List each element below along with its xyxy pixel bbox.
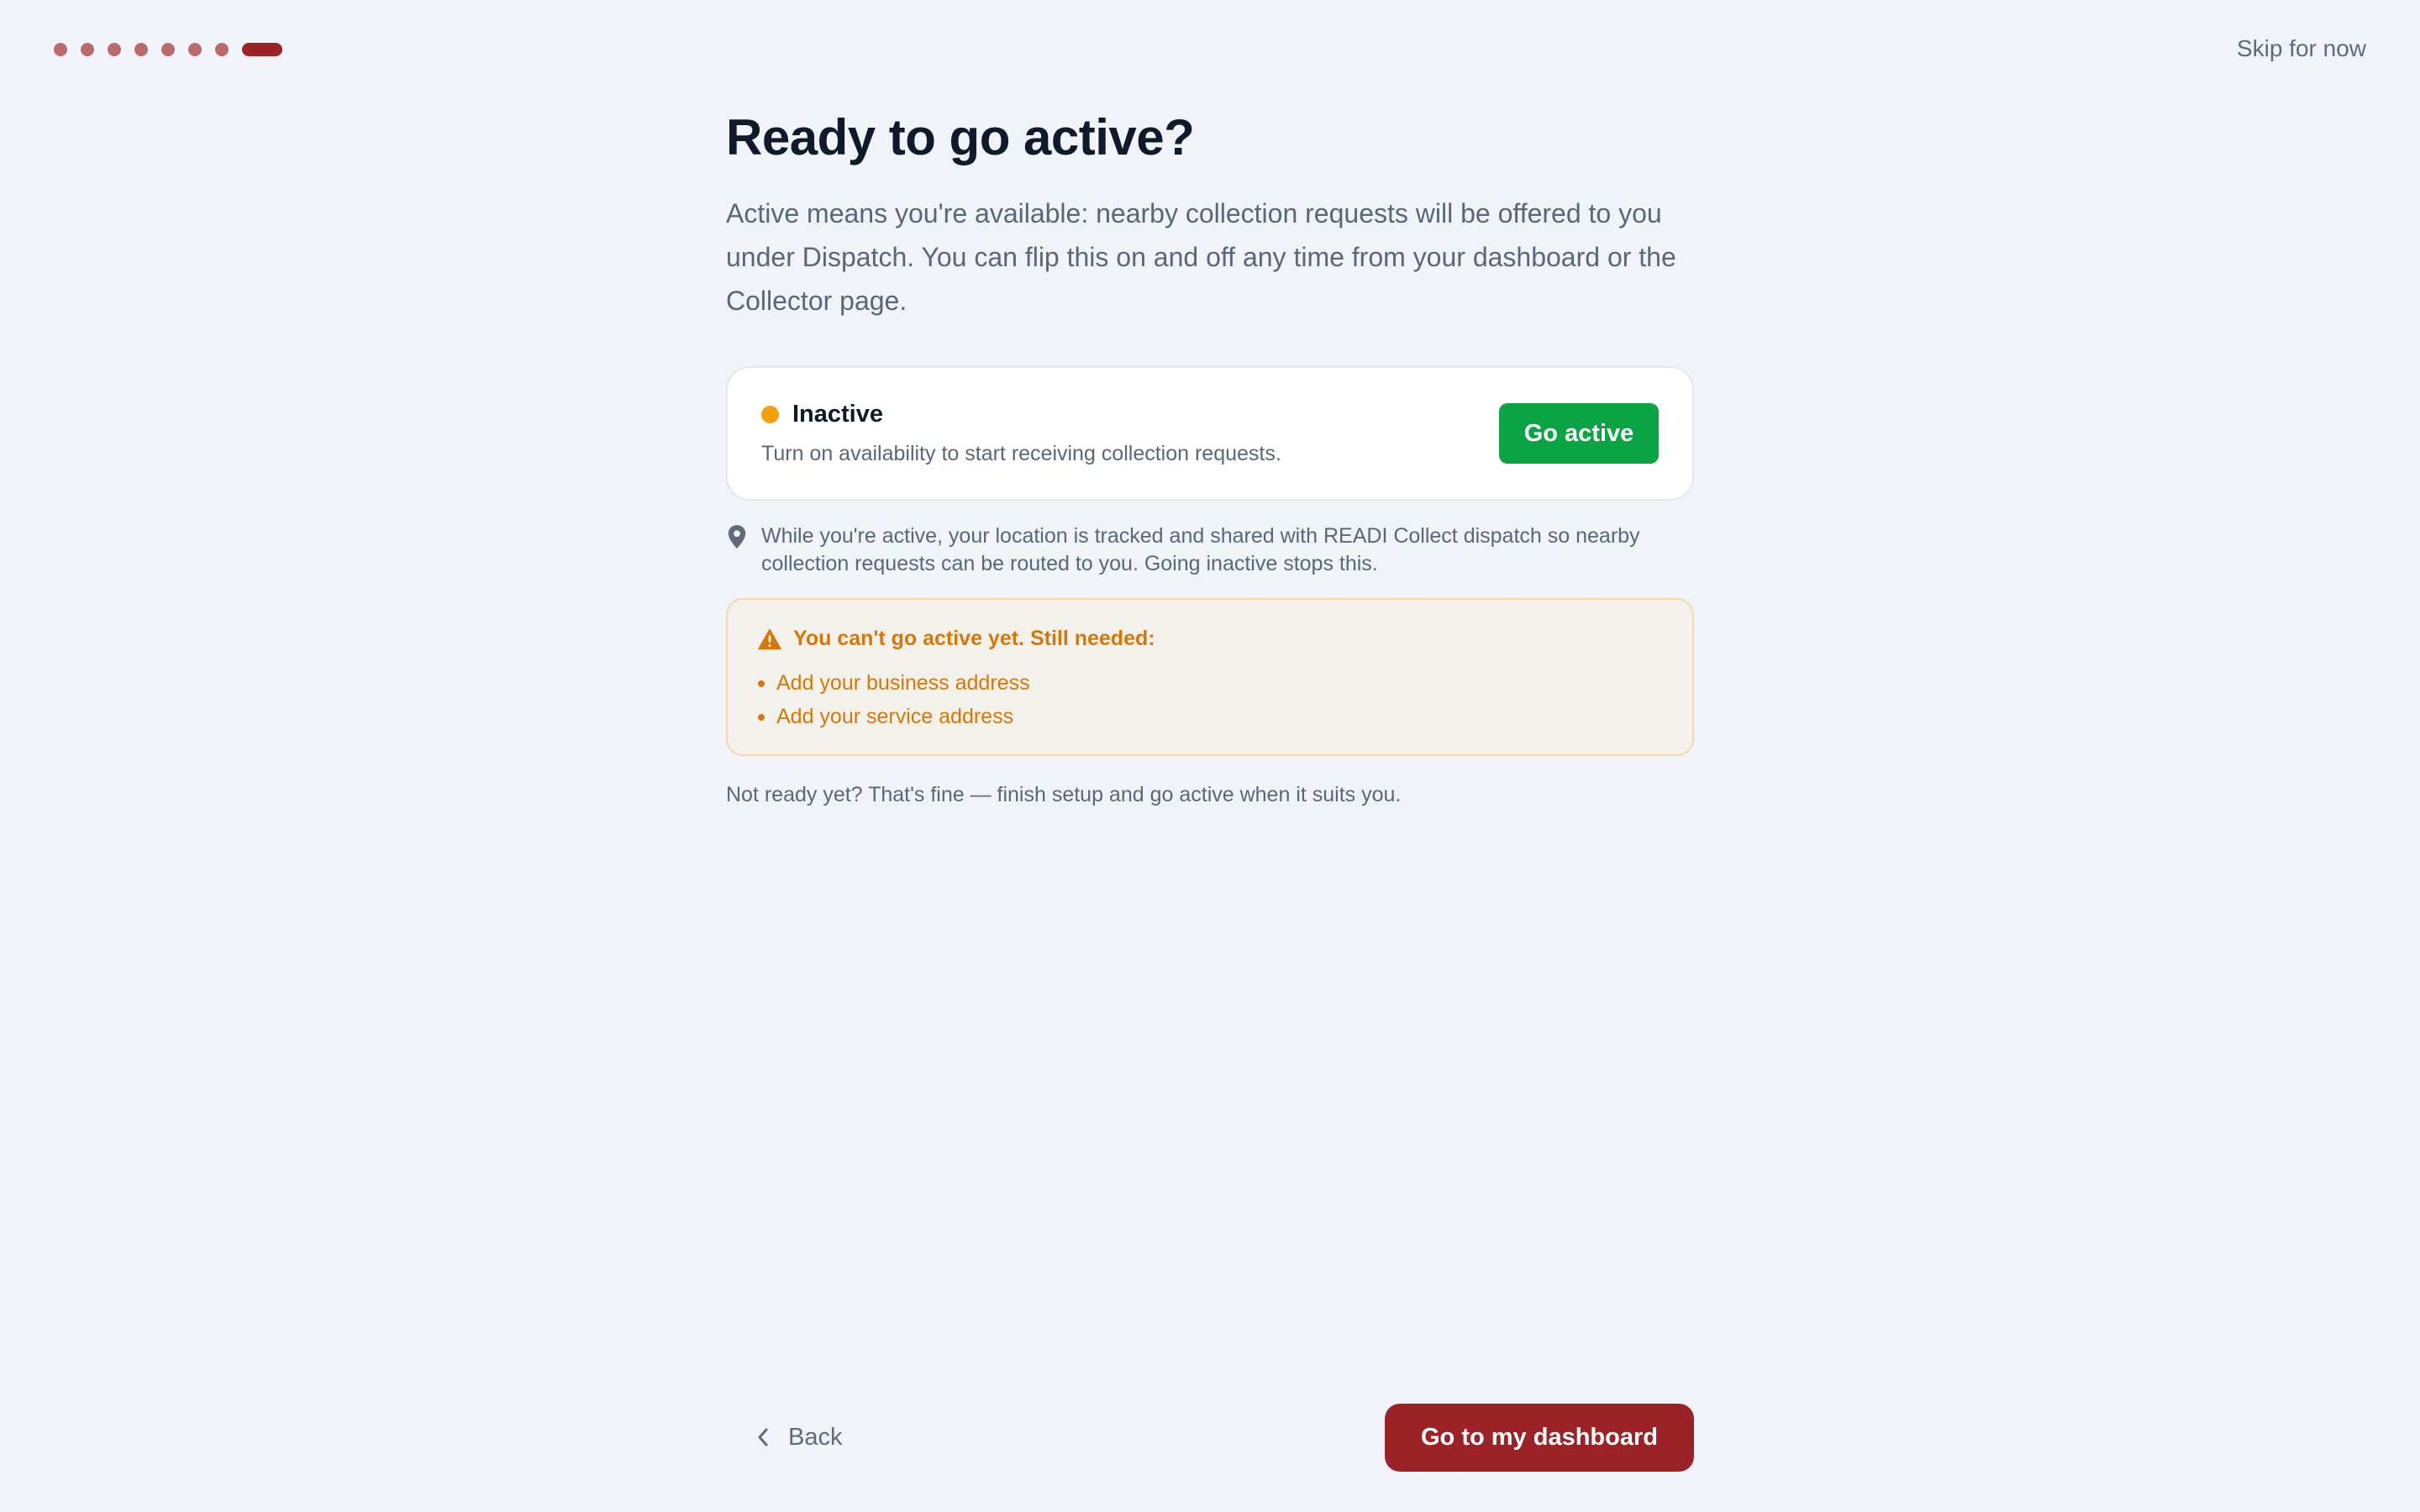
location-note-text: While you're active, your location is tr… xyxy=(761,524,1640,575)
missing-requirements-list: Add your business address Add your servi… xyxy=(758,666,1662,733)
availability-status-card: Inactive Turn on availability to start r… xyxy=(726,366,1694,501)
status-info: Inactive Turn on availability to start r… xyxy=(761,401,1281,466)
map-pin-icon xyxy=(728,525,746,549)
go-active-button[interactable]: Go active xyxy=(1499,403,1659,464)
step-dot-completed xyxy=(161,43,175,56)
status-label: Inactive xyxy=(792,401,883,428)
not-ready-note: Not ready yet? That's fine — finish setu… xyxy=(726,783,1402,806)
status-header: Inactive xyxy=(761,401,1281,428)
requirements-warning-box: You can't go active yet. Still needed: A… xyxy=(726,598,1694,756)
step-dot-completed xyxy=(54,43,67,56)
back-button[interactable]: Back xyxy=(755,1416,842,1458)
page-title: Ready to go active? xyxy=(726,109,1195,165)
warning-header: You can't go active yet. Still needed: xyxy=(758,627,1662,651)
chevron-left-icon xyxy=(758,1428,768,1446)
go-to-dashboard-button[interactable]: Go to my dashboard xyxy=(1385,1404,1694,1472)
step-dot-completed xyxy=(134,43,148,56)
location-tracking-note: While you're active, your location is tr… xyxy=(726,522,1694,578)
onboarding-step-content: Ready to go active? Active means you're … xyxy=(726,104,1694,807)
step-dot-completed xyxy=(108,43,121,56)
warning-triangle-icon xyxy=(758,628,781,649)
skip-for-now-button[interactable]: Skip for now xyxy=(2237,35,2366,62)
status-dot-icon xyxy=(761,406,779,423)
list-item: Add your service address xyxy=(758,700,1662,733)
warning-title: You can't go active yet. Still needed: xyxy=(793,627,1155,650)
step-dot-current xyxy=(242,43,282,56)
step-dot-completed xyxy=(215,43,229,56)
step-dot-completed xyxy=(81,43,94,56)
page-description: Active means you're available: nearby co… xyxy=(726,198,1676,316)
step-dot-completed xyxy=(188,43,202,56)
step-progress-indicator xyxy=(54,43,282,56)
back-button-label: Back xyxy=(788,1423,843,1451)
status-description: Turn on availability to start receiving … xyxy=(761,442,1281,465)
list-item: Add your business address xyxy=(758,666,1662,700)
